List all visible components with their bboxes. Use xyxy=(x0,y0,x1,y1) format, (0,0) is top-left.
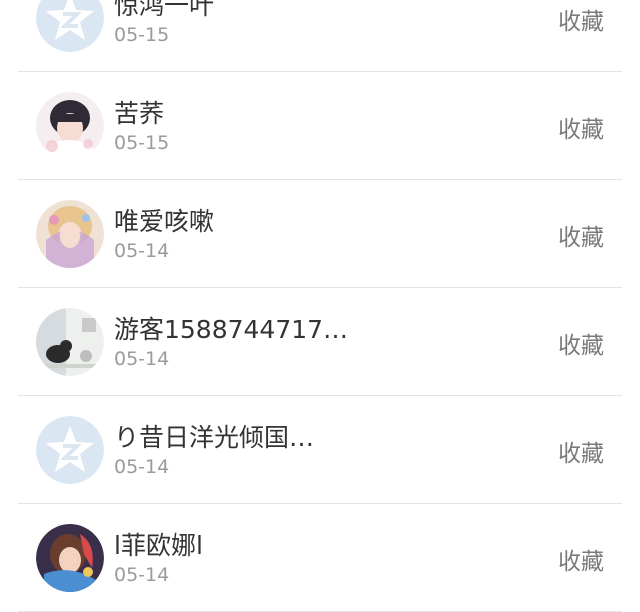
collect-button[interactable]: 收藏 xyxy=(558,218,604,252)
user-avatar[interactable] xyxy=(36,200,104,268)
list-item[interactable]: l菲欧娜l 05-14 收藏 xyxy=(0,504,640,612)
user-name: l菲欧娜l xyxy=(114,531,203,560)
item-date: 05-14 xyxy=(114,240,170,262)
user-name: 惊鸿一叶 xyxy=(114,0,215,20)
list-item[interactable]: 游客1588744717… 05-14 收藏 xyxy=(0,288,640,396)
user-name: 唯爱咳嗽 xyxy=(114,207,215,236)
item-date: 05-15 xyxy=(114,24,170,46)
list-item[interactable]: 苦荞 05-15 收藏 xyxy=(0,72,640,180)
list-item[interactable]: 唯爱咳嗽 05-14 收藏 xyxy=(0,180,640,288)
list-item[interactable]: 惊鸿一叶 05-15 收藏 xyxy=(0,0,640,72)
item-date: 05-14 xyxy=(114,348,170,370)
collect-button[interactable]: 收藏 xyxy=(558,542,604,576)
item-date: 05-14 xyxy=(114,564,170,586)
user-name: 游客1588744717… xyxy=(114,315,349,344)
default-avatar-icon[interactable] xyxy=(36,416,104,484)
collect-button[interactable]: 收藏 xyxy=(558,110,604,144)
item-date: 05-14 xyxy=(114,456,170,478)
default-avatar-icon[interactable] xyxy=(36,0,104,52)
item-date: 05-15 xyxy=(114,132,170,154)
user-name: り昔日洋光倾国… xyxy=(114,423,315,452)
list-item[interactable]: り昔日洋光倾国… 05-14 收藏 xyxy=(0,396,640,504)
user-avatar[interactable] xyxy=(36,524,104,592)
user-avatar[interactable] xyxy=(36,308,104,376)
collect-button[interactable]: 收藏 xyxy=(558,434,604,468)
collect-button[interactable]: 收藏 xyxy=(558,2,604,36)
collection-list: 惊鸿一叶 05-15 收藏 苦荞 05-15 收藏 唯爱咳嗽 05-14 收藏 … xyxy=(0,0,640,612)
collect-button[interactable]: 收藏 xyxy=(558,326,604,360)
user-avatar[interactable] xyxy=(36,92,104,160)
user-name: 苦荞 xyxy=(114,99,165,128)
